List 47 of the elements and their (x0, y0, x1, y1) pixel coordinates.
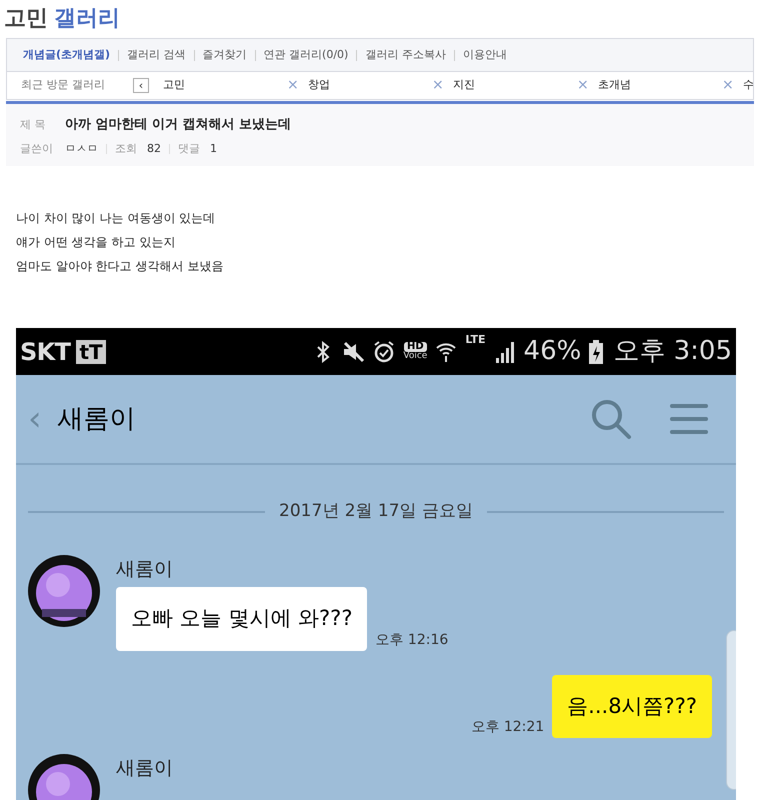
nav-link[interactable]: 갤러리 검색 (127, 46, 186, 64)
alarm-icon (373, 340, 396, 364)
chat-title: 새롬이 (58, 402, 137, 436)
sender-name: 새롬이 (116, 556, 174, 582)
wifi-icon (435, 340, 458, 362)
signal-icon (494, 340, 516, 362)
gallery-title: 갤러리 (54, 5, 120, 33)
message-time: 오후 12:16 (375, 630, 448, 650)
mute-icon (341, 340, 366, 362)
body-text: 나이 차이 많이 나는 여동생이 있는데 (16, 210, 216, 227)
nav-link[interactable]: 이용안내 (462, 46, 507, 64)
comments-label: 댓글 (178, 140, 200, 157)
writer-name: ㅁㅅㅁ (65, 140, 98, 157)
voice-label: Voice (403, 352, 428, 361)
message-bubble: 오빠 오늘 몇시에 와??? (116, 587, 368, 650)
prev-button[interactable]: ‹ (133, 78, 149, 93)
subject-label: 제 목 (20, 116, 46, 133)
gallery-link[interactable]: 초개념 (598, 77, 722, 94)
nav-link[interactable]: 즐겨찾기 (202, 46, 247, 64)
gallery-link[interactable]: 고민 (163, 77, 287, 94)
gallery-name: 고민 (4, 5, 48, 33)
nav-link[interactable]: 갤러리 주소복사 (365, 46, 446, 64)
gallery-link[interactable]: 수 (743, 77, 753, 94)
recent-label: 최근 방문 갤러리 (21, 77, 106, 94)
nav-link[interactable]: 개념글(초개념갤) (23, 46, 110, 64)
lte-label: LTE (465, 334, 486, 345)
message-bubble: 음...8시쯤??? (552, 674, 712, 738)
hd-label: HD (404, 342, 427, 352)
carrier-text: SKT (20, 336, 70, 368)
battery-icon (589, 340, 604, 364)
sender-name: 새롬이 (116, 756, 173, 781)
gallery-link[interactable]: 창업 (308, 77, 432, 94)
post-title: 아까 엄마한테 이거 캡쳐해서 보냈는데 (65, 116, 292, 134)
views-label: 조회 (115, 140, 137, 157)
battery-percent: 46% (524, 335, 582, 368)
carrier-badge: tT (76, 340, 106, 364)
avatar[interactable] (28, 554, 100, 626)
nav-link[interactable]: 연관 갤러리(0/0) (264, 46, 348, 64)
gallery-link[interactable]: 지진 (453, 77, 577, 94)
clock-time: 오후 3:05 (613, 335, 732, 368)
comments-count: 1 (210, 140, 217, 157)
views-count: 82 (147, 140, 161, 157)
message-time: 오후 12:21 (471, 718, 544, 737)
body-text: 엄마도 알아야 한다고 생각해서 보냈음 (16, 258, 224, 275)
date-divider: 2017년 2월 17일 금요일 (279, 500, 473, 523)
body-text: 얘가 어떤 생각을 하고 있는지 (16, 234, 176, 251)
writer-label: 글쓴이 (20, 140, 54, 157)
